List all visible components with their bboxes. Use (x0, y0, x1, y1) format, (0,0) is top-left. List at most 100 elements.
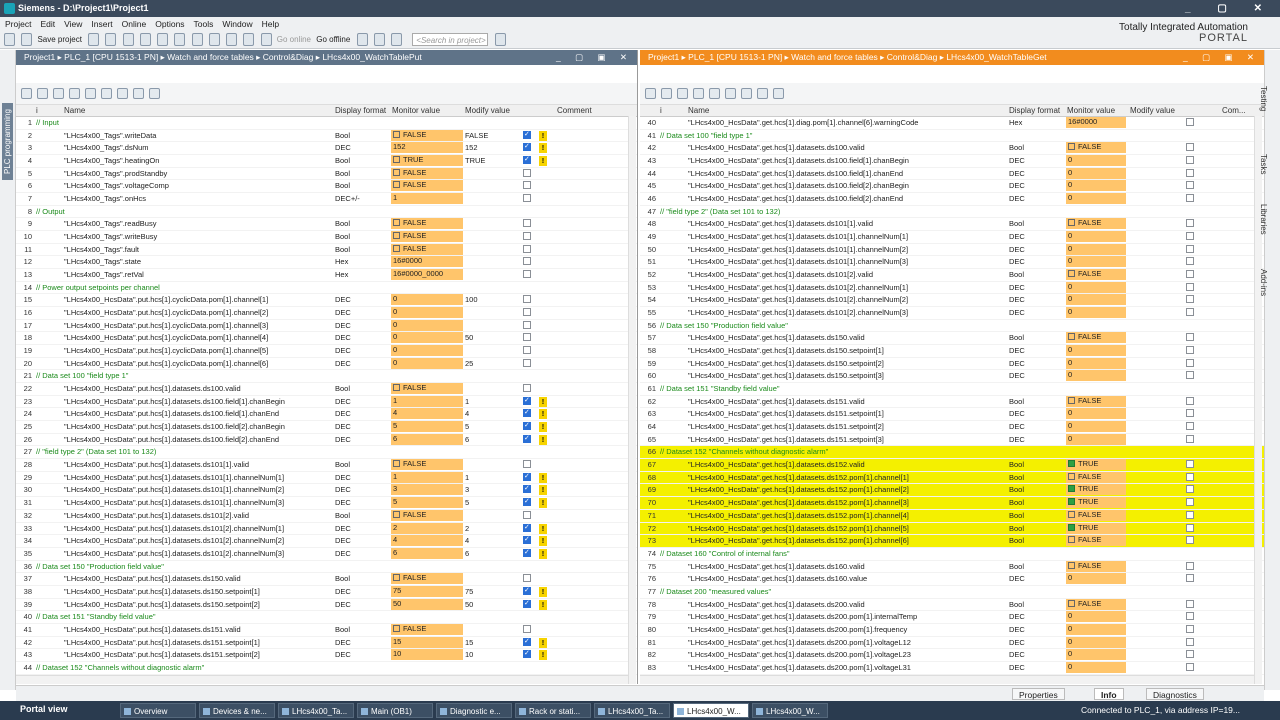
cut-icon[interactable] (105, 33, 117, 46)
tag-name[interactable]: "LHcs4x00_HcsData".get.hcs[1].datasets.d… (688, 371, 884, 381)
table-row[interactable]: 37 "LHcs4x00_HcsData".put.hcs[1].datasets… (16, 573, 637, 586)
display-format[interactable]: Bool (1009, 511, 1024, 521)
tag-name[interactable]: "LHcs4x00_HcsData".put.hcs[1].cyclicData… (64, 321, 268, 331)
modify-checkbox[interactable] (1186, 257, 1194, 266)
tag-name[interactable]: "LHcs4x00_HcsData".put.hcs[1].datasets.d… (64, 435, 279, 445)
modify-checkbox[interactable] (523, 244, 531, 253)
comment-row[interactable]: 1 // Input (16, 117, 637, 130)
modify-checkbox[interactable] (1186, 523, 1194, 532)
row-comment[interactable]: // Data set 151 "Standby field value" (36, 612, 156, 622)
tag-name[interactable]: "LHcs4x00_HcsData".put.hcs[1].datasets.d… (64, 574, 241, 584)
plc-programming-tab[interactable]: PLC programming (2, 103, 13, 180)
table-row[interactable]: 55 "LHcs4x00_HcsData".get.hcs[1].datasets… (640, 307, 1264, 320)
display-format[interactable]: DEC (1009, 308, 1025, 318)
modify-checkbox[interactable] (523, 295, 531, 304)
undo-icon[interactable] (174, 33, 186, 46)
modify-checkbox[interactable] (1186, 396, 1194, 405)
col-display-format[interactable]: Display format (335, 106, 386, 115)
tag-name[interactable]: "LHcs4x00_HcsData".get.hcs[1].datasets.d… (688, 422, 884, 432)
table-row[interactable]: 28 "LHcs4x00_HcsData".put.hcs[1].datasets… (16, 459, 637, 472)
tag-name[interactable]: "LHcs4x00_HcsData".get.hcs[1].datasets.d… (688, 219, 873, 229)
menu-item[interactable]: Project (0, 17, 35, 29)
comment-row[interactable]: 41 // Data set 100 "field type 1" (640, 130, 1264, 143)
display-format[interactable]: DEC (1009, 409, 1025, 419)
modify-checkbox[interactable] (523, 535, 531, 545)
taskbar-editor-tab[interactable]: LHcs4x00_Ta... (278, 703, 354, 718)
row-comment[interactable]: // Dataset 160 "Control of internal fans… (660, 549, 790, 559)
insert-row-icon[interactable] (645, 88, 656, 99)
tag-name[interactable]: "LHcs4x00_HcsData".get.hcs[1].datasets.d… (688, 638, 911, 648)
col-monitor-value[interactable]: Monitor value (392, 106, 440, 115)
modify-value[interactable]: 3 (465, 485, 469, 495)
paste-icon[interactable] (139, 33, 151, 46)
table-row[interactable]: 7 "LHcs4x00_Tags".onHcs DEC+/- 1 (16, 193, 637, 206)
modify-now-icon[interactable] (725, 88, 736, 99)
modify-checkbox[interactable] (523, 308, 531, 317)
expand-icon[interactable] (773, 88, 784, 99)
display-format[interactable]: DEC (335, 524, 351, 534)
comment-row[interactable]: 27 // "field type 2" (Data set 101 to 132… (16, 446, 637, 460)
search-in-project-input[interactable]: <Search in project> (412, 33, 489, 46)
table-row[interactable]: 63 "LHcs4x00_HcsData".get.hcs[1].datasets… (640, 408, 1264, 422)
table-row[interactable]: 52 "LHcs4x00_HcsData".get.hcs[1].datasets… (640, 269, 1264, 282)
modify-checkbox[interactable] (523, 270, 531, 279)
display-format[interactable]: Bool (1009, 536, 1024, 546)
display-format[interactable]: DEC (1009, 359, 1025, 369)
split-vertical-icon[interactable] (391, 33, 403, 46)
tag-name[interactable]: "LHcs4x00_HcsData".get.hcs[1].datasets.d… (688, 612, 917, 622)
modify-checkbox[interactable] (1186, 662, 1194, 671)
comment-row[interactable]: 8 // Output (16, 206, 637, 219)
table-row[interactable]: 40 "LHcs4x00_HcsData".get.hcs[1].diag.pom… (640, 117, 1264, 130)
row-comment[interactable]: // Dataset 152 "Channels without diagnos… (660, 447, 828, 457)
table-row[interactable]: 48 "LHcs4x00_HcsData".get.hcs[1].datasets… (640, 218, 1264, 232)
tag-name[interactable]: "LHcs4x00_HcsData".get.hcs[1].datasets.d… (688, 600, 865, 610)
table-row[interactable]: 15 "LHcs4x00_HcsData".put.hcs[1].cyclicDa… (16, 294, 637, 308)
tag-name[interactable]: "LHcs4x00_HcsData".put.hcs[1].datasets.d… (64, 625, 241, 635)
row-comment[interactable]: // Data set 151 "Standby field value" (660, 384, 780, 394)
display-format[interactable]: DEC (335, 587, 351, 597)
table-row[interactable]: 71 "LHcs4x00_HcsData".get.hcs[1].datasets… (640, 509, 1264, 523)
task-card-tab[interactable]: Libraries (1259, 200, 1268, 235)
display-format[interactable]: DEC (1009, 245, 1025, 255)
tag-name[interactable]: "LHcs4x00_HcsData".put.hcs[1].datasets.d… (64, 638, 260, 648)
modify-checkbox[interactable] (1186, 295, 1194, 304)
modify-value[interactable]: 2 (465, 524, 469, 534)
properties-tab[interactable]: Properties (1012, 688, 1065, 700)
table-row[interactable]: 44 "LHcs4x00_HcsData".get.hcs[1].datasets… (640, 167, 1264, 181)
modify-value[interactable]: 50 (465, 600, 473, 610)
tag-name[interactable]: "LHcs4x00_Tags".voltageComp (64, 181, 169, 191)
modify-checkbox[interactable] (1186, 624, 1194, 633)
display-format[interactable]: DEC (1009, 574, 1025, 584)
display-format[interactable]: Bool (1009, 397, 1024, 407)
tag-name[interactable]: "LHcs4x00_HcsData".get.hcs[1].datasets.d… (688, 346, 884, 356)
table-row[interactable]: 75 "LHcs4x00_HcsData".get.hcs[1].datasets… (640, 560, 1264, 574)
display-format[interactable]: Bool (335, 232, 350, 242)
display-format[interactable]: DEC (335, 409, 351, 419)
display-format[interactable]: Bool (1009, 473, 1024, 483)
tag-name[interactable]: "LHcs4x00_HcsData".get.hcs[1].datasets.d… (688, 397, 865, 407)
tag-name[interactable]: "LHcs4x00_HcsData".put.hcs[1].datasets.d… (64, 460, 249, 470)
modify-checkbox[interactable] (523, 168, 531, 177)
display-format[interactable]: Bool (1009, 524, 1024, 534)
display-format[interactable]: DEC (335, 295, 351, 305)
menu-item[interactable]: Window (217, 17, 256, 29)
table-row[interactable]: 26 "LHcs4x00_HcsData".put.hcs[1].datasets… (16, 433, 637, 447)
tag-name[interactable]: "LHcs4x00_Tags".readBusy (64, 219, 156, 229)
display-format[interactable]: DEC (1009, 156, 1025, 166)
copy-icon[interactable] (122, 33, 134, 46)
modify-checkbox[interactable] (523, 510, 531, 519)
table-row[interactable]: 51 "LHcs4x00_HcsData".get.hcs[1].datasets… (640, 256, 1264, 270)
tag-name[interactable]: "LHcs4x00_HcsData".get.hcs[1].datasets.d… (688, 524, 909, 534)
modify-value[interactable]: 25 (465, 359, 473, 369)
table-row[interactable]: 43 "LHcs4x00_HcsData".get.hcs[1].datasets… (640, 155, 1264, 168)
add-row-icon[interactable] (661, 88, 672, 99)
table-row[interactable]: 69 "LHcs4x00_HcsData".get.hcs[1].datasets… (640, 484, 1264, 498)
table-row[interactable]: 58 "LHcs4x00_HcsData".get.hcs[1].datasets… (640, 345, 1264, 358)
redo-icon[interactable] (191, 33, 203, 46)
row-comment[interactable]: // Dataset 152 "Channels without diagnos… (36, 663, 204, 673)
tag-name[interactable]: "LHcs4x00_Tags".writeBusy (64, 232, 157, 242)
table-row[interactable]: 20 "LHcs4x00_HcsData".put.hcs[1].cyclicDa… (16, 357, 637, 371)
table-row[interactable]: 83 "LHcs4x00_HcsData".get.hcs[1].datasets… (640, 661, 1264, 675)
table-row[interactable]: 18 "LHcs4x00_HcsData".put.hcs[1].cyclicDa… (16, 332, 637, 346)
taskbar-editor-tab[interactable]: Diagnostic e... (436, 703, 512, 718)
